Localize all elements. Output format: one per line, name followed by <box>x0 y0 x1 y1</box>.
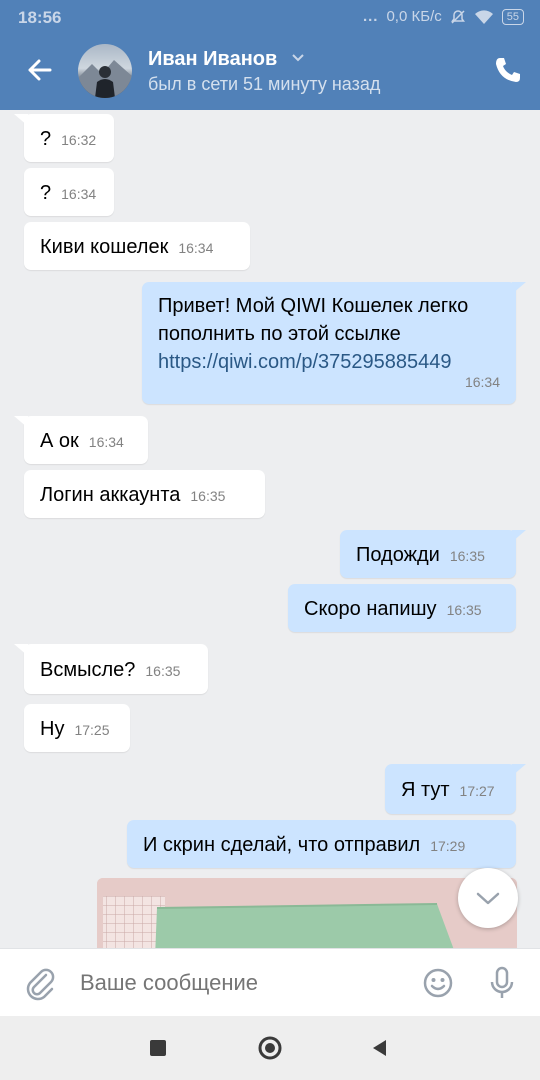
bubble-tail <box>14 114 28 126</box>
message-incoming[interactable]: ? 16:32 <box>14 114 114 162</box>
message-outgoing[interactable]: Подожди 16:35 <box>340 530 526 578</box>
bubble-tail <box>512 764 526 776</box>
message-time: 16:35 <box>190 488 226 504</box>
battery-icon: 55 <box>501 8 524 25</box>
message-time: 16:35 <box>446 602 482 618</box>
message-incoming[interactable]: А ок 16:34 <box>14 416 148 464</box>
message-incoming[interactable]: Всмысле? 16:35 <box>14 644 208 694</box>
message-time: 17:25 <box>74 722 110 738</box>
message-incoming[interactable]: Логин аккаунта 16:35 <box>24 470 265 518</box>
contact-last-seen: был в сети 51 минуту назад <box>148 74 381 94</box>
bubble-tail <box>14 416 28 428</box>
message-text: А ок <box>40 430 79 452</box>
bubble-tail <box>512 530 526 542</box>
message-text: Логин аккаунта <box>40 484 181 506</box>
emoji-icon[interactable] <box>422 967 454 999</box>
system-nav-bar <box>0 1016 540 1080</box>
contact-name[interactable]: Иван Иванов <box>148 48 277 71</box>
chat-header: 18:56 ... 0,0 КБ/с 55 Иван Иванов был в … <box>0 0 540 110</box>
chevron-down-icon <box>476 892 500 905</box>
avatar[interactable] <box>78 44 132 98</box>
message-incoming[interactable]: Киви кошелек 16:34 <box>24 222 250 270</box>
message-text: Киви кошелек <box>40 236 169 258</box>
recents-square-icon[interactable] <box>144 1034 172 1062</box>
bubble-tail <box>14 644 28 656</box>
message-list[interactable]: ? 16:32 ? 16:34 Киви кошелек 16:34 Привет! … <box>0 110 540 948</box>
back-triangle-icon[interactable] <box>366 1034 394 1062</box>
microphone-icon[interactable] <box>486 965 518 1001</box>
photo-attachment[interactable] <box>97 878 517 948</box>
message-time: 16:34 <box>88 434 124 450</box>
network-speed: 0,0 КБ/с <box>386 8 442 25</box>
status-bar: 18:56 ... 0,0 КБ/с 55 <box>0 0 540 34</box>
message-outgoing[interactable]: Скоро напишу 16:35 <box>288 584 516 632</box>
message-time: 16:34 <box>464 374 500 390</box>
bubble-tail <box>512 282 526 294</box>
message-text: ? <box>40 182 52 204</box>
status-time: 18:56 <box>18 8 62 27</box>
message-text: ? <box>40 128 52 150</box>
qiwi-link[interactable]: https://qiwi.com/p/375295885449 <box>158 348 468 376</box>
message-time: 16:35 <box>145 663 181 679</box>
message-text-line: пополнить по этой ссылке <box>158 323 401 345</box>
message-input[interactable] <box>80 967 400 999</box>
home-circle-icon[interactable] <box>256 1034 284 1062</box>
mute-icon <box>450 9 465 24</box>
paperclip-icon[interactable] <box>24 965 56 1001</box>
wifi-icon <box>474 9 493 24</box>
message-text: Всмысле? <box>40 659 136 681</box>
scroll-down-button[interactable] <box>458 868 518 928</box>
message-text: Ну <box>40 718 65 740</box>
message-outgoing[interactable]: Я тут 17:27 <box>385 764 526 814</box>
message-time: 16:34 <box>61 186 97 202</box>
status-icons: ... 0,0 КБ/с 55 <box>363 8 524 25</box>
chevron-down-icon[interactable] <box>290 52 306 64</box>
message-incoming[interactable]: ? 16:34 <box>24 168 114 216</box>
message-incoming[interactable]: Ну 17:25 <box>24 704 130 752</box>
message-text: Я тут <box>401 779 450 801</box>
message-text: Скоро напишу <box>304 598 437 620</box>
photo-preview <box>97 878 517 948</box>
message-time: 16:32 <box>61 132 97 148</box>
message-time: 16:34 <box>178 240 214 256</box>
back-arrow-icon[interactable] <box>22 52 58 88</box>
message-outgoing[interactable]: Привет! Мой QIWI Кошелек легко пополнить… <box>142 282 526 404</box>
avatar-person-icon <box>78 60 132 98</box>
message-time: 16:35 <box>449 548 485 564</box>
message-composer <box>0 948 540 1017</box>
notification-dots: ... <box>362 8 379 25</box>
message-text: Подожди <box>356 544 440 566</box>
message-text: И скрин сделай, что отправил <box>143 834 421 856</box>
message-outgoing[interactable]: И скрин сделай, что отправил 17:29 <box>127 820 516 868</box>
message-time: 17:29 <box>430 838 466 854</box>
message-time: 17:27 <box>459 783 495 799</box>
message-text-line: Привет! Мой QIWI Кошелек легко <box>158 295 469 317</box>
phone-icon[interactable] <box>492 54 524 86</box>
